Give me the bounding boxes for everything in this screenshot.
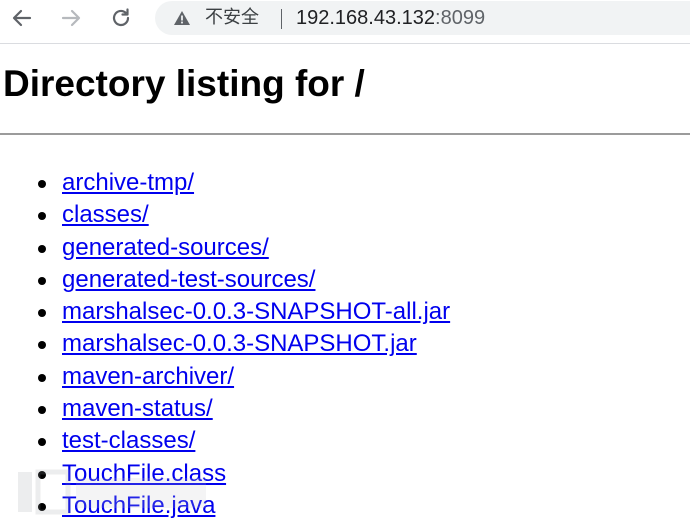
- directory-list: archive-tmp/classes/generated-sources/ge…: [0, 167, 450, 522]
- arrow-right-icon: [61, 9, 81, 27]
- list-item: TouchFile.class: [0, 458, 450, 490]
- page-title: Directory listing for /: [3, 63, 365, 104]
- list-item: maven-status/: [0, 393, 450, 425]
- directory-entry-link[interactable]: marshalsec-0.0.3-SNAPSHOT.jar: [62, 330, 417, 357]
- list-item: generated-sources/: [0, 232, 450, 264]
- warning-triangle-icon[interactable]: [173, 10, 191, 26]
- toolbar-divider: [0, 43, 690, 44]
- browser-toolbar: 不安全 192.168.43.132:8099: [0, 0, 690, 36]
- omnibox-separator: [281, 9, 282, 29]
- url-text[interactable]: 192.168.43.132:8099: [296, 6, 485, 30]
- directory-entry-link[interactable]: maven-archiver/: [62, 363, 234, 390]
- directory-entry-link[interactable]: generated-sources/: [62, 234, 269, 261]
- list-item: classes/: [0, 199, 450, 231]
- directory-entry-link[interactable]: generated-test-sources/: [62, 266, 315, 293]
- list-item: marshalsec-0.0.3-SNAPSHOT.jar: [0, 328, 450, 360]
- list-item: TouchFile.java: [0, 490, 450, 522]
- url-host: 192.168.43.132: [296, 7, 436, 29]
- list-item: archive-tmp/: [0, 167, 450, 199]
- directory-entry-link[interactable]: marshalsec-0.0.3-SNAPSHOT-all.jar: [62, 298, 450, 325]
- address-bar[interactable]: 不安全 192.168.43.132:8099: [155, 1, 690, 35]
- list-item: maven-archiver/: [0, 361, 450, 393]
- directory-entry-link[interactable]: maven-status/: [62, 395, 213, 422]
- reload-button[interactable]: [107, 4, 135, 32]
- list-item: test-classes/: [0, 425, 450, 457]
- directory-entry-link[interactable]: archive-tmp/: [62, 169, 194, 196]
- directory-entry-link[interactable]: TouchFile.class: [62, 460, 226, 487]
- back-button[interactable]: [8, 4, 36, 32]
- directory-entry-link[interactable]: test-classes/: [62, 427, 195, 454]
- forward-button[interactable]: [57, 4, 85, 32]
- list-item: marshalsec-0.0.3-SNAPSHOT-all.jar: [0, 296, 450, 328]
- arrow-left-icon: [12, 9, 32, 27]
- list-item: generated-test-sources/: [0, 264, 450, 296]
- url-port: :8099: [435, 7, 486, 29]
- security-status-label[interactable]: 不安全: [205, 7, 259, 29]
- directory-entry-link[interactable]: classes/: [62, 201, 149, 228]
- reload-icon: [112, 8, 130, 27]
- directory-entry-link[interactable]: TouchFile.java: [62, 492, 215, 519]
- horizontal-rule: [0, 133, 690, 135]
